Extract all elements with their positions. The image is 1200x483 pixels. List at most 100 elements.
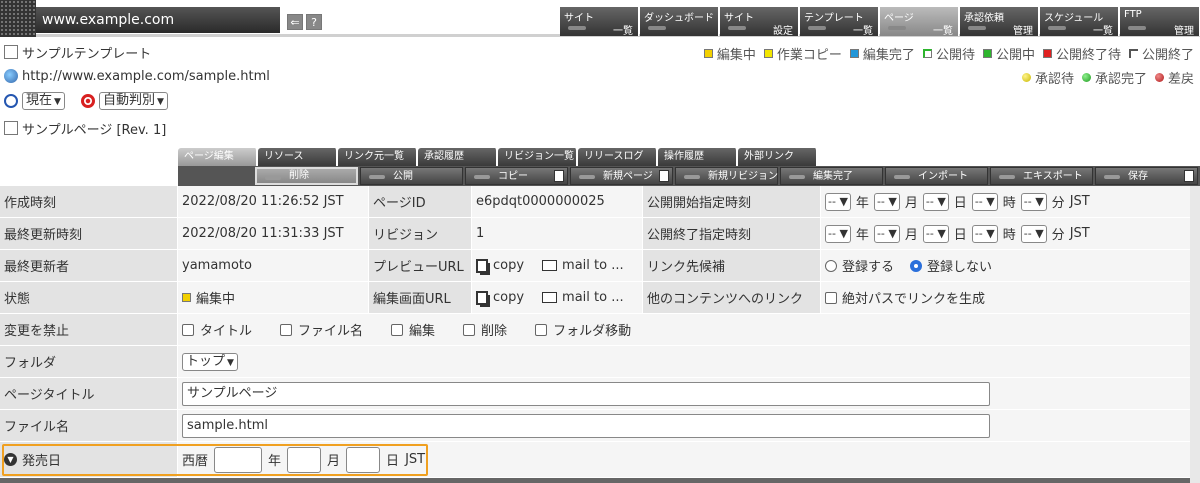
- printer-icon: [1184, 170, 1194, 182]
- release-fields: 西暦 年 月 日 JST: [178, 442, 1190, 477]
- template-info: サンプルテンプレート: [4, 42, 151, 62]
- abspath-checkbox[interactable]: [825, 291, 837, 304]
- legend-rejected: 差戻: [1154, 68, 1194, 87]
- preview-mailto-link[interactable]: mail to ...: [562, 258, 624, 273]
- document-icon: [659, 170, 669, 182]
- release-month-input[interactable]: [287, 446, 322, 473]
- row-updater: 最終更新者 yamamoto プレビューURL copy mail to ...…: [0, 250, 1190, 282]
- editurl-label: 編集画面URL: [369, 282, 471, 313]
- mail-icon[interactable]: [542, 260, 558, 271]
- menu-dashboard[interactable]: ダッシュボード: [640, 7, 719, 36]
- release-day-unit: 日: [386, 454, 400, 469]
- new-page-button[interactable]: 新規ページ: [570, 167, 673, 185]
- page-info: サンプルページ [Rev. 1]: [4, 118, 166, 138]
- pub-start-month-select[interactable]: -- ▼: [873, 192, 900, 211]
- copy-button[interactable]: コピー: [465, 167, 568, 185]
- pub-end-minute-select[interactable]: -- ▼: [1020, 224, 1047, 243]
- updated-value: 2022/08/20 11:31:33 JST: [178, 218, 368, 249]
- scrollbar[interactable]: [1190, 186, 1200, 483]
- prohibit-delete-checkbox[interactable]: [463, 323, 476, 336]
- tab-link-source[interactable]: リンク元一覧: [338, 148, 418, 166]
- edit-done-button[interactable]: 編集完了: [780, 167, 883, 185]
- tab-external-link[interactable]: 外部リンク: [738, 148, 818, 166]
- pub-end-month-select[interactable]: -- ▼: [873, 224, 900, 243]
- pub-end-year-select[interactable]: -- ▼: [825, 224, 851, 243]
- prohibit-title-checkbox[interactable]: [182, 323, 194, 336]
- tab-approval-history[interactable]: 承認履歴: [418, 148, 498, 166]
- menu-site-settings[interactable]: サイト 設定: [720, 7, 799, 37]
- row-updated: 最終更新時刻 2022/08/20 11:31:33 JST リビジョン 1 公…: [0, 218, 1190, 250]
- editurl-mailto-link[interactable]: mail to ...: [562, 290, 624, 305]
- time-select[interactable]: 現在 ▼: [22, 92, 65, 110]
- preview-actions: copy mail to ...: [472, 250, 642, 281]
- tab-resource[interactable]: リソース: [258, 148, 338, 166]
- menu-ftp[interactable]: FTP 管理: [1120, 7, 1200, 37]
- pub-end-day-select[interactable]: -- ▼: [922, 224, 949, 243]
- status-value: 編集中: [196, 292, 236, 307]
- menu-page-list[interactable]: ページ 一覧: [880, 7, 959, 37]
- delete-button[interactable]: 削除: [255, 167, 358, 185]
- chevron-down-icon[interactable]: ▼: [4, 453, 17, 466]
- status-label: 状態: [0, 282, 177, 313]
- help-icon[interactable]: ?: [306, 14, 322, 30]
- site-url-label[interactable]: www.example.com: [36, 7, 280, 33]
- menu-schedule[interactable]: スケジュール 一覧: [1040, 7, 1119, 37]
- back-icon[interactable]: ⇐: [287, 14, 303, 30]
- menu-site-list[interactable]: サイト 一覧: [560, 7, 639, 37]
- target-icon: [80, 94, 95, 108]
- preview-copy-link[interactable]: copy: [493, 258, 524, 273]
- created-value: 2022/08/20 11:26:52 JST: [178, 186, 368, 217]
- globe-icon: [4, 69, 18, 83]
- updated-label: 最終更新時刻: [0, 218, 177, 249]
- filename-cell: sample.html: [178, 410, 1190, 441]
- template-icon: [4, 45, 18, 59]
- menu-approval[interactable]: 承認依頼 管理: [960, 7, 1039, 37]
- import-button[interactable]: インポート: [885, 167, 988, 185]
- tab-release-log[interactable]: リリースログ: [578, 148, 658, 166]
- pub-start-year-select[interactable]: -- ▼: [825, 192, 851, 211]
- export-button[interactable]: エキスポート: [990, 167, 1093, 185]
- release-year-input[interactable]: [214, 446, 263, 473]
- save-button[interactable]: 保存: [1095, 167, 1198, 185]
- folder-select[interactable]: トップ ▼: [182, 352, 238, 371]
- register-yes-label: 登録する: [842, 260, 895, 275]
- tab-operation-history[interactable]: 操作履歴: [658, 148, 738, 166]
- updater-value: yamamoto: [178, 250, 368, 281]
- approval-legend: 承認待 承認完了 差戻: [1021, 68, 1194, 87]
- register-no-radio[interactable]: [910, 259, 923, 272]
- copy-icon[interactable]: [476, 258, 488, 273]
- filename-input[interactable]: sample.html: [182, 413, 990, 438]
- editurl-actions: copy mail to ...: [472, 282, 642, 313]
- app-logo-icon[interactable]: [0, 0, 36, 37]
- release-day-input[interactable]: [346, 446, 381, 473]
- judge-select[interactable]: 自動判別 ▼: [98, 92, 168, 110]
- mail-icon[interactable]: [542, 292, 558, 303]
- row-filename: ファイル名 sample.html: [0, 410, 1190, 442]
- legend-editing: 編集中: [703, 44, 756, 63]
- prohibit-filename-label: ファイル名: [298, 324, 364, 339]
- tab-page-edit[interactable]: ページ編集: [178, 148, 258, 166]
- url-info: http://www.example.com/sample.html: [4, 66, 270, 86]
- prohibit-edit-checkbox[interactable]: [391, 323, 404, 336]
- publish-button[interactable]: 公開: [360, 167, 463, 185]
- prohibit-delete-label: 削除: [481, 324, 508, 339]
- pub-end-hour-select[interactable]: -- ▼: [971, 224, 998, 243]
- legend-ended: 公開終了: [1128, 44, 1194, 63]
- register-yes-radio[interactable]: [825, 259, 837, 272]
- pub-start-label: 公開開始指定時刻: [643, 186, 820, 217]
- title-input[interactable]: サンプルページ: [182, 381, 990, 406]
- document-icon: [554, 170, 564, 182]
- copy-icon[interactable]: [476, 290, 488, 305]
- editurl-copy-link[interactable]: copy: [493, 290, 524, 305]
- new-revision-button[interactable]: 新規リビジョン: [675, 167, 778, 185]
- tab-revision-list[interactable]: リビジョン一覧: [498, 148, 578, 166]
- prohibit-move-checkbox[interactable]: [535, 323, 548, 336]
- pub-start-day-select[interactable]: -- ▼: [922, 192, 949, 211]
- otherlink-options: 絶対パスでリンクを生成: [821, 282, 1190, 313]
- prohibit-filename-checkbox[interactable]: [280, 323, 293, 336]
- pub-start-minute-select[interactable]: -- ▼: [1020, 192, 1047, 211]
- menu-template-list[interactable]: テンプレート 一覧: [800, 7, 879, 37]
- preview-label: プレビューURL: [369, 250, 471, 281]
- pub-start-hour-select[interactable]: -- ▼: [971, 192, 998, 211]
- action-bar: 削除 公開 コピー 新規ページ 新規リビジョン 編集完了 インポート エキスポー…: [178, 166, 1200, 186]
